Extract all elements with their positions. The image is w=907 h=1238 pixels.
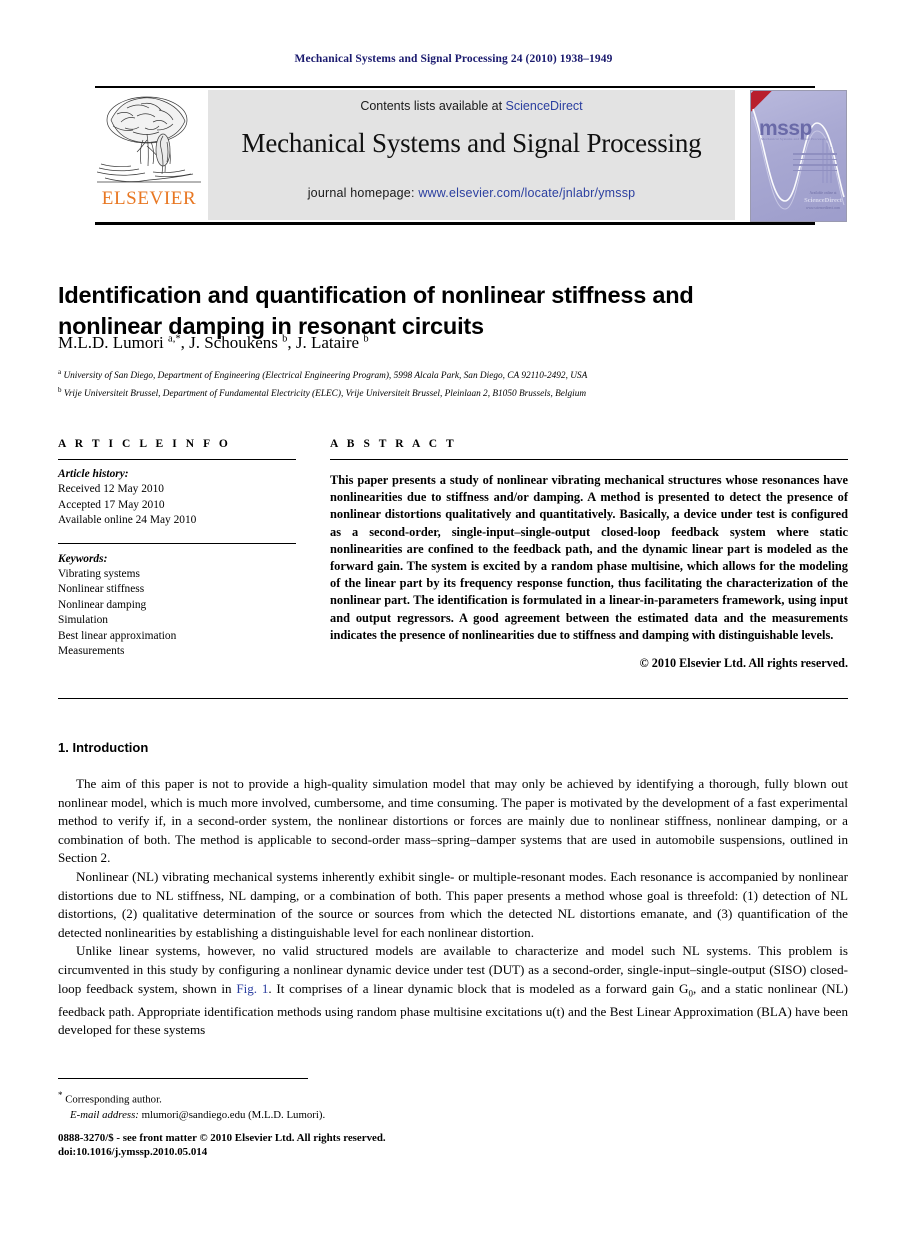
body-text: The aim of this paper is not to provide … xyxy=(58,775,848,1040)
footnote-rule xyxy=(58,1078,308,1079)
corresponding-author-marker: * xyxy=(58,1090,63,1100)
elsevier-logo: ELSEVIER xyxy=(95,90,203,220)
cover-text-lines xyxy=(793,153,837,175)
keyword-item: Vibrating systems xyxy=(58,568,140,581)
affiliation-text-b: Vrije Universiteit Brussel, Department o… xyxy=(63,388,587,399)
paragraph-1: The aim of this paper is not to provide … xyxy=(58,776,848,866)
journal-cover-thumbnail: mssp Mechanical Systems and Signal Proce… xyxy=(750,90,847,222)
paragraph-3-part2: . It comprises of a linear dynamic block… xyxy=(268,980,689,996)
keywords-block: Keywords: Vibrating systems Nonlinear st… xyxy=(58,544,296,660)
abstract-rule-bottom xyxy=(58,698,848,699)
elsevier-tree-icon xyxy=(97,96,201,183)
journal-band: Contents lists available at ScienceDirec… xyxy=(208,90,735,220)
affiliation-marker-b: b xyxy=(58,385,62,394)
masthead-top-rule xyxy=(95,86,815,88)
imprint-doi-line[interactable]: doi:10.1016/j.ymssp.2010.05.014 xyxy=(58,1145,558,1159)
footnotes-block: * Corresponding author. E-mail address: … xyxy=(58,1088,518,1123)
article-history-label: Article history: xyxy=(58,468,129,480)
figure-reference-link[interactable]: Fig. 1 xyxy=(236,981,268,996)
abstract-copyright: © 2010 Elsevier Ltd. All rights reserved… xyxy=(639,656,848,671)
abstract-heading: A B S T R A C T xyxy=(330,438,457,450)
contents-list-line: Contents lists available at ScienceDirec… xyxy=(208,99,735,113)
sciencedirect-link[interactable]: ScienceDirect xyxy=(506,99,583,113)
section-heading-introduction: 1. Introduction xyxy=(58,740,149,755)
author-list: M.L.D. Lumori a,*, J. Schoukens b, J. La… xyxy=(58,333,369,352)
paragraph-3: Unlike linear systems, however, no valid… xyxy=(58,942,848,1040)
corresponding-author-label: Corresponding author. xyxy=(65,1093,162,1106)
affiliation-marker-a: a xyxy=(58,368,62,376)
imprint-block: 0888-3270/$ - see front matter © 2010 El… xyxy=(58,1131,558,1160)
elsevier-wordmark: ELSEVIER xyxy=(101,188,197,209)
keyword-item: Simulation xyxy=(58,614,108,627)
homepage-prefix: journal homepage: xyxy=(307,186,419,200)
affiliation-list: a University of San Diego, Department of… xyxy=(58,366,848,401)
article-info-column: A R T I C L E I N F O Article history: R… xyxy=(58,438,296,659)
journal-homepage-link[interactable]: www.elsevier.com/locate/jnlabr/ymssp xyxy=(418,186,635,200)
masthead-bottom-rule xyxy=(95,222,815,225)
paper-page: Mechanical Systems and Signal Processing… xyxy=(0,0,907,1238)
cover-url: www.sciencedirect.com xyxy=(805,206,841,211)
journal-homepage-line: journal homepage: www.elsevier.com/locat… xyxy=(208,186,735,200)
keyword-item: Measurements xyxy=(58,645,125,658)
article-info-heading: A R T I C L E I N F O xyxy=(58,438,231,450)
article-history-block: Article history: Received 12 May 2010 Ac… xyxy=(58,460,296,534)
journal-masthead: ELSEVIER Contents lists available at Sci… xyxy=(95,90,847,222)
affiliation-text-a: University of San Diego, Department of E… xyxy=(63,371,588,382)
keyword-item: Nonlinear stiffness xyxy=(58,583,145,596)
abstract-text: This paper presents a study of nonlinear… xyxy=(330,473,848,642)
affiliation-b: b Vrije Universiteit Brussel, Department… xyxy=(58,384,848,402)
email-note: E-mail address: mlumori@sandiego.edu (M.… xyxy=(58,1108,518,1123)
cover-subtitle: Mechanical Systems and Signal Processing xyxy=(761,137,828,141)
article-history-item: Available online 24 May 2010 xyxy=(58,514,197,527)
keywords-label: Keywords: xyxy=(58,552,108,565)
keyword-item: Best linear approximation xyxy=(58,629,177,642)
running-head: Mechanical Systems and Signal Processing… xyxy=(294,53,613,65)
email-value[interactable]: mlumori@sandiego.edu (M.L.D. Lumori). xyxy=(142,1109,326,1121)
abstract-column: A B S T R A C T This paper presents a st… xyxy=(330,438,848,671)
corresponding-author-note: * Corresponding author. xyxy=(58,1088,518,1108)
article-history-item: Received 12 May 2010 xyxy=(58,483,164,496)
keyword-item: Nonlinear damping xyxy=(58,598,147,611)
article-history-item: Accepted 17 May 2010 xyxy=(58,498,165,511)
cover-footer: Available online at ScienceDirect www.sc… xyxy=(803,191,843,212)
paragraph-2: Nonlinear (NL) vibrating mechanical syst… xyxy=(58,868,848,940)
cover-sciencedirect: ScienceDirect xyxy=(804,197,842,205)
journal-title: Mechanical Systems and Signal Processing xyxy=(241,128,702,158)
imprint-issn-line: 0888-3270/$ - see front matter © 2010 El… xyxy=(58,1132,386,1144)
email-label: E-mail address: xyxy=(70,1108,139,1121)
contents-prefix: Contents lists available at xyxy=(360,99,506,113)
affiliation-a: a University of San Diego, Department of… xyxy=(58,366,848,384)
